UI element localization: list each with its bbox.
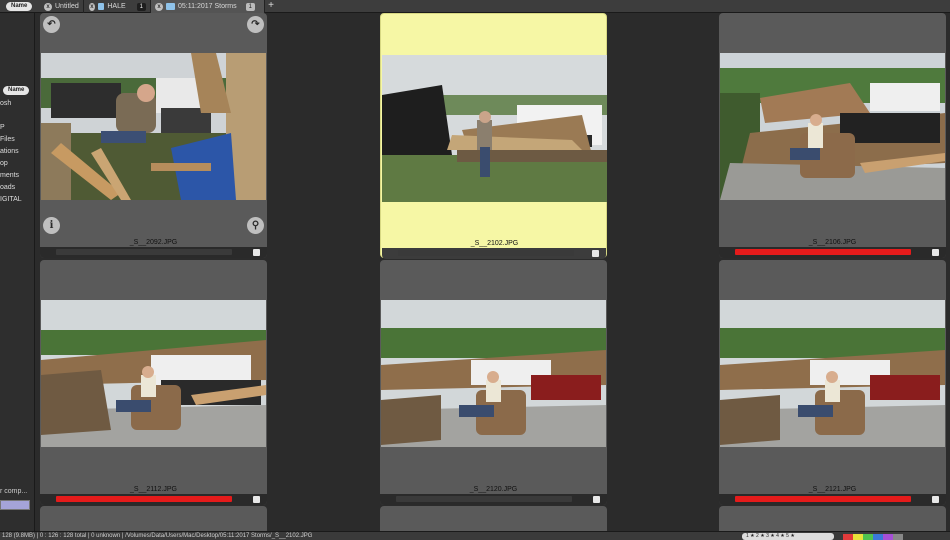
close-icon[interactable]: x [155, 2, 163, 11]
sort-by-name-pill[interactable]: Name [3, 86, 30, 95]
color-label[interactable] [56, 249, 232, 255]
thumbnail-filename: _S__2120.JPG [469, 486, 518, 493]
thumbnail-filename: _S__2121.JPG [808, 486, 857, 493]
thumbnail-cell[interactable]: _S__2106.JPG [719, 13, 946, 258]
thumbnail-photo[interactable] [720, 53, 945, 200]
rotate-right-icon[interactable]: ↷ [247, 16, 264, 33]
tab-hale[interactable]: x HALE 1 [85, 0, 151, 13]
thumbnail-filename: _S__2102.JPG [470, 240, 519, 247]
thumbnail-photo[interactable] [41, 53, 266, 200]
tab-untitled[interactable]: x Untitled [40, 0, 84, 13]
sidebar-item[interactable]: ments [0, 172, 19, 179]
sort-by-name-pill[interactable]: Name [6, 2, 33, 11]
tab-label: 05:11:2017 Storms [178, 3, 237, 10]
color-label-red[interactable] [735, 496, 911, 502]
thumbnail-photo[interactable] [720, 300, 945, 447]
label-bar [40, 247, 267, 258]
tab-label: Untitled [55, 3, 79, 10]
select-checkbox[interactable] [253, 249, 260, 256]
photo-man-repairing-shed [41, 53, 266, 200]
thumbnail-cell[interactable]: ↶ ↷ i ⚲ _S__2092.JPG [40, 13, 267, 258]
sidebar-item[interactable]: osh [0, 100, 11, 107]
sidebar-item[interactable]: IGITAL [0, 196, 22, 203]
sidebar-item[interactable]: op [0, 160, 8, 167]
thumbnail-filename: _S__2106.JPG [808, 239, 857, 246]
label-bar [719, 247, 946, 258]
status-text: 128 (9.8MB) | 0 : 126 : 128 total | 0 un… [2, 533, 313, 539]
select-checkbox[interactable] [253, 496, 260, 503]
label-filter-green[interactable] [863, 534, 873, 540]
sidebar-item[interactable]: Files [0, 136, 15, 143]
thumbnail-cell[interactable]: _S__2121.JPG [719, 260, 946, 505]
tab-storms[interactable]: x 05:11:2017 Storms 1 [151, 0, 265, 13]
photo-man-in-recliner [381, 300, 606, 447]
thumbnail-photo[interactable] [382, 55, 607, 202]
sidebar-item[interactable]: oads [0, 184, 15, 191]
color-label-red[interactable] [56, 496, 232, 502]
info-icon[interactable]: i [43, 217, 60, 234]
close-icon[interactable]: x [89, 2, 95, 11]
thumbnail-cell-selected[interactable]: _S__2102.JPG [380, 13, 607, 259]
label-bar [40, 494, 267, 505]
label-filter-red[interactable] [843, 534, 853, 540]
label-filter-blue[interactable] [873, 534, 883, 540]
select-checkbox[interactable] [592, 250, 599, 257]
thumbnail-photo[interactable] [41, 300, 266, 447]
rating-filter-bar[interactable]: 1 ★ 2 ★ 3 ★ 4 ★ 5 ★ [742, 533, 834, 540]
select-checkbox[interactable] [593, 496, 600, 503]
label-filter-purple[interactable] [883, 534, 893, 540]
thumbnail-cell-partial[interactable] [40, 506, 267, 531]
thumbnail-cell-partial[interactable] [380, 506, 607, 531]
thumbnail-filename: _S__2112.JPG [130, 486, 177, 493]
zoom-icon[interactable]: ⚲ [247, 217, 264, 234]
color-label-red[interactable] [735, 249, 911, 255]
tab-label: HALE [107, 3, 126, 10]
thumbnail-photo[interactable] [381, 300, 606, 447]
select-checkbox[interactable] [932, 496, 939, 503]
sidebar-progress-bar [0, 500, 30, 510]
label-bar [380, 494, 607, 505]
sidebar-field-label: r comp... [0, 488, 28, 495]
thumbnail-cell-partial[interactable] [719, 506, 946, 531]
thumbnail-cell[interactable]: _S__2120.JPG [380, 260, 607, 505]
tab-bar: Name x Untitled x HALE 1 x 05:11:2017 St… [0, 0, 950, 13]
thumbnail-grid: ↶ ↷ i ⚲ _S__2092.JPG _S__2102.JPG _S__21… [36, 13, 950, 531]
label-filter-gray[interactable] [893, 534, 903, 540]
label-bar [382, 248, 606, 259]
tab-count-badge: 1 [136, 2, 146, 11]
thumbnail-cell[interactable]: _S__2112.JPG [40, 260, 267, 505]
color-label[interactable] [398, 250, 574, 256]
thumbnail-filename: _S__2092.JPG [129, 239, 178, 246]
folder-icon [97, 3, 105, 10]
folder-icon [166, 3, 175, 10]
rotate-left-icon[interactable]: ↶ [43, 16, 60, 33]
label-filter-yellow[interactable] [853, 534, 863, 540]
photo-man-in-recliner [41, 300, 266, 447]
sidebar-item[interactable]: ations [0, 148, 19, 155]
tab-count-badge: 1 [245, 2, 255, 11]
label-bar [719, 494, 946, 505]
color-label-filter[interactable] [843, 534, 903, 540]
select-checkbox[interactable] [932, 249, 939, 256]
photo-man-in-recliner [720, 300, 945, 447]
close-icon[interactable]: x [44, 2, 52, 11]
color-label[interactable] [396, 496, 572, 502]
add-tab-button[interactable]: + [265, 0, 277, 13]
photo-man-in-recliner [720, 53, 945, 200]
sidebar-item[interactable]: P [0, 124, 5, 131]
favorites-sidebar: Name osh P Files ations op ments oads IG… [0, 13, 35, 531]
photo-man-at-trailer-wreck [382, 55, 607, 202]
